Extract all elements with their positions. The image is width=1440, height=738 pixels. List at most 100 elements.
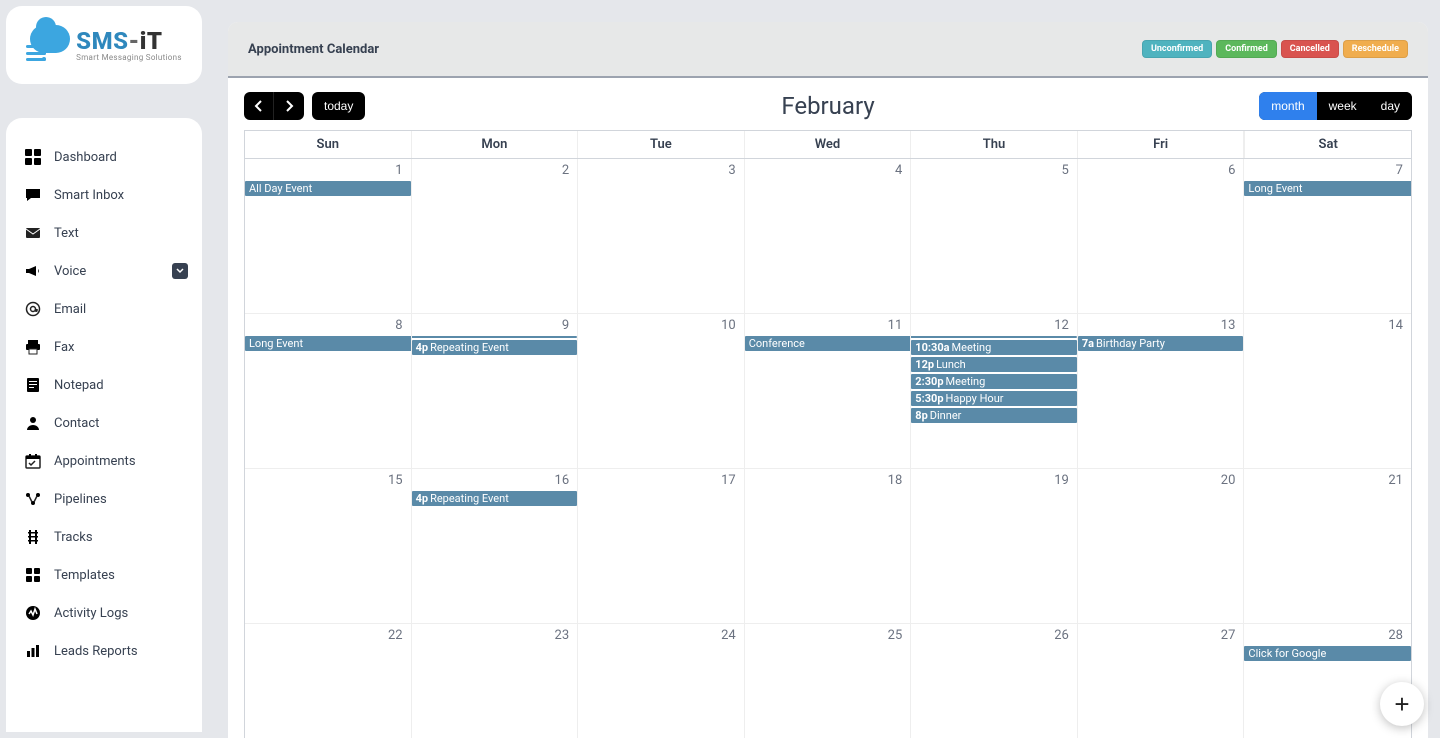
day-cell[interactable]: 164pRepeating Event bbox=[412, 469, 579, 624]
event-time: 5:30p bbox=[915, 392, 943, 405]
calendar-event[interactable]: 8pDinner bbox=[911, 408, 1077, 423]
nav-arrow-group bbox=[244, 92, 304, 120]
day-cell[interactable]: 8 Long Event bbox=[245, 314, 412, 469]
day-cell[interactable]: 25 bbox=[745, 624, 912, 738]
day-cell[interactable]: 15 bbox=[245, 469, 412, 624]
view-week-button[interactable]: week bbox=[1317, 92, 1369, 120]
sidebar-item-label: Activity Logs bbox=[54, 606, 128, 621]
event-title: Lunch bbox=[936, 358, 966, 371]
event-title: Birthday Party bbox=[1096, 337, 1165, 350]
day-cell[interactable]: 1210:30aMeeting12pLunch2:30pMeeting5:30p… bbox=[911, 314, 1078, 469]
day-cell[interactable]: 3 bbox=[578, 159, 745, 314]
day-number: 12 bbox=[1054, 318, 1069, 333]
event-time: 8p bbox=[915, 409, 928, 422]
sidebar-item-notepad[interactable]: Notepad bbox=[6, 366, 202, 404]
day-cell[interactable]: 21 bbox=[1244, 469, 1411, 624]
calendar-event[interactable]: 4pRepeating Event bbox=[412, 491, 578, 506]
event-title: Dinner bbox=[930, 409, 962, 422]
day-cell[interactable]: 20 bbox=[1078, 469, 1245, 624]
day-cell[interactable]: 24 bbox=[578, 624, 745, 738]
day-cell[interactable]: 1All Day Event bbox=[245, 159, 412, 314]
calendar-event[interactable] bbox=[412, 336, 578, 338]
day-cell[interactable]: 14 bbox=[1244, 314, 1411, 469]
sidebar-item-text[interactable]: Text bbox=[6, 214, 202, 252]
chevron-left-icon bbox=[254, 100, 264, 112]
view-day-button[interactable]: day bbox=[1369, 92, 1412, 120]
sidebar-item-email[interactable]: Email bbox=[6, 290, 202, 328]
calendar-event[interactable]: Long Event bbox=[245, 336, 412, 351]
event-time: 10:30a bbox=[915, 341, 949, 354]
sidebar-item-appointments[interactable]: Appointments bbox=[6, 442, 202, 480]
sidebar-item-label: Voice bbox=[54, 264, 86, 279]
calendar-event[interactable]: Click for Google bbox=[1244, 646, 1411, 661]
next-button[interactable] bbox=[274, 92, 304, 120]
calendar-event[interactable]: 5:30pHappy Hour bbox=[911, 391, 1077, 406]
sidebar-item-voice[interactable]: Voice bbox=[6, 252, 202, 290]
sidebar-item-activity-logs[interactable]: Activity Logs bbox=[6, 594, 202, 632]
status-badge-unconfirmed[interactable]: Unconfirmed bbox=[1142, 40, 1212, 58]
day-cell[interactable]: 137aBirthday Party bbox=[1078, 314, 1245, 469]
today-button[interactable]: today bbox=[312, 92, 365, 120]
sidebar-item-label: Templates bbox=[54, 568, 115, 583]
brand-tagline: Smart Messaging Solutions bbox=[76, 53, 182, 62]
event-time: 7a bbox=[1082, 337, 1094, 350]
day-header: Fri bbox=[1078, 131, 1245, 158]
day-cell[interactable]: 27 bbox=[1078, 624, 1245, 738]
at-icon bbox=[24, 300, 42, 318]
day-number: 11 bbox=[888, 318, 903, 333]
day-cell[interactable]: 5 bbox=[911, 159, 1078, 314]
sidebar-item-dashboard[interactable]: Dashboard bbox=[6, 138, 202, 176]
day-cell[interactable]: 11 Conference bbox=[745, 314, 912, 469]
calendar-event[interactable]: 4pRepeating Event bbox=[412, 340, 578, 355]
calendar-event[interactable]: 12pLunch bbox=[911, 357, 1077, 372]
calendar-event[interactable]: All Day Event bbox=[245, 181, 411, 196]
megaphone-icon bbox=[24, 262, 42, 280]
day-cell[interactable]: 94pRepeating Event bbox=[412, 314, 579, 469]
add-button[interactable]: + bbox=[1380, 682, 1424, 726]
day-header: Wed bbox=[745, 131, 912, 158]
view-month-button[interactable]: month bbox=[1259, 92, 1316, 120]
day-cell[interactable]: 19 bbox=[911, 469, 1078, 624]
day-cell[interactable]: 2 bbox=[412, 159, 579, 314]
event-title: Meeting bbox=[946, 375, 986, 388]
day-cell[interactable]: 28Click for Google bbox=[1244, 624, 1411, 738]
day-number: 8 bbox=[395, 318, 402, 333]
calendar-event[interactable]: 2:30pMeeting bbox=[911, 374, 1077, 389]
sidebar-item-pipelines[interactable]: Pipelines bbox=[6, 480, 202, 518]
status-badge-reschedule[interactable]: Reschedule bbox=[1343, 40, 1408, 58]
day-number: 3 bbox=[728, 163, 735, 178]
day-cell[interactable]: 17 bbox=[578, 469, 745, 624]
day-number: 10 bbox=[721, 318, 736, 333]
sidebar-item-label: Fax bbox=[54, 340, 75, 355]
status-badge-confirmed[interactable]: Confirmed bbox=[1216, 40, 1277, 58]
day-cell[interactable]: 23 bbox=[412, 624, 579, 738]
sidebar-item-fax[interactable]: Fax bbox=[6, 328, 202, 366]
sidebar-item-contact[interactable]: Contact bbox=[6, 404, 202, 442]
sidebar-item-smart-inbox[interactable]: Smart Inbox bbox=[6, 176, 202, 214]
sidebar-item-tracks[interactable]: Tracks bbox=[6, 518, 202, 556]
event-title: Click for Google bbox=[1248, 647, 1326, 660]
calendar-event[interactable]: Long Event bbox=[1244, 181, 1411, 196]
chat-icon bbox=[24, 186, 42, 204]
day-cell[interactable]: 7Long Event bbox=[1244, 159, 1411, 314]
calendar-event[interactable]: Conference bbox=[745, 336, 912, 351]
dashboard-icon bbox=[24, 148, 42, 166]
calendar-event[interactable] bbox=[911, 336, 1077, 338]
sidebar-item-label: Email bbox=[54, 302, 86, 317]
day-cell[interactable]: 10 bbox=[578, 314, 745, 469]
day-cell[interactable]: 18 bbox=[745, 469, 912, 624]
day-cell[interactable]: 22 bbox=[245, 624, 412, 738]
calendar-grid: 1All Day Event234567Long Event8Long Even… bbox=[244, 158, 1412, 738]
sidebar-item-label: Smart Inbox bbox=[54, 188, 124, 203]
status-badge-cancelled[interactable]: Cancelled bbox=[1281, 40, 1339, 58]
prev-button[interactable] bbox=[244, 92, 274, 120]
sidebar-item-leads-reports[interactable]: Leads Reports bbox=[6, 632, 202, 670]
calendar-title: February bbox=[781, 92, 874, 120]
day-cell[interactable]: 4 bbox=[745, 159, 912, 314]
day-cell[interactable]: 26 bbox=[911, 624, 1078, 738]
calendar-event[interactable]: 7aBirthday Party bbox=[1078, 336, 1244, 351]
calendar-event[interactable]: 10:30aMeeting bbox=[911, 340, 1077, 355]
sidebar-item-templates[interactable]: Templates bbox=[6, 556, 202, 594]
day-cell[interactable]: 6 bbox=[1078, 159, 1245, 314]
leads-icon bbox=[24, 642, 42, 660]
